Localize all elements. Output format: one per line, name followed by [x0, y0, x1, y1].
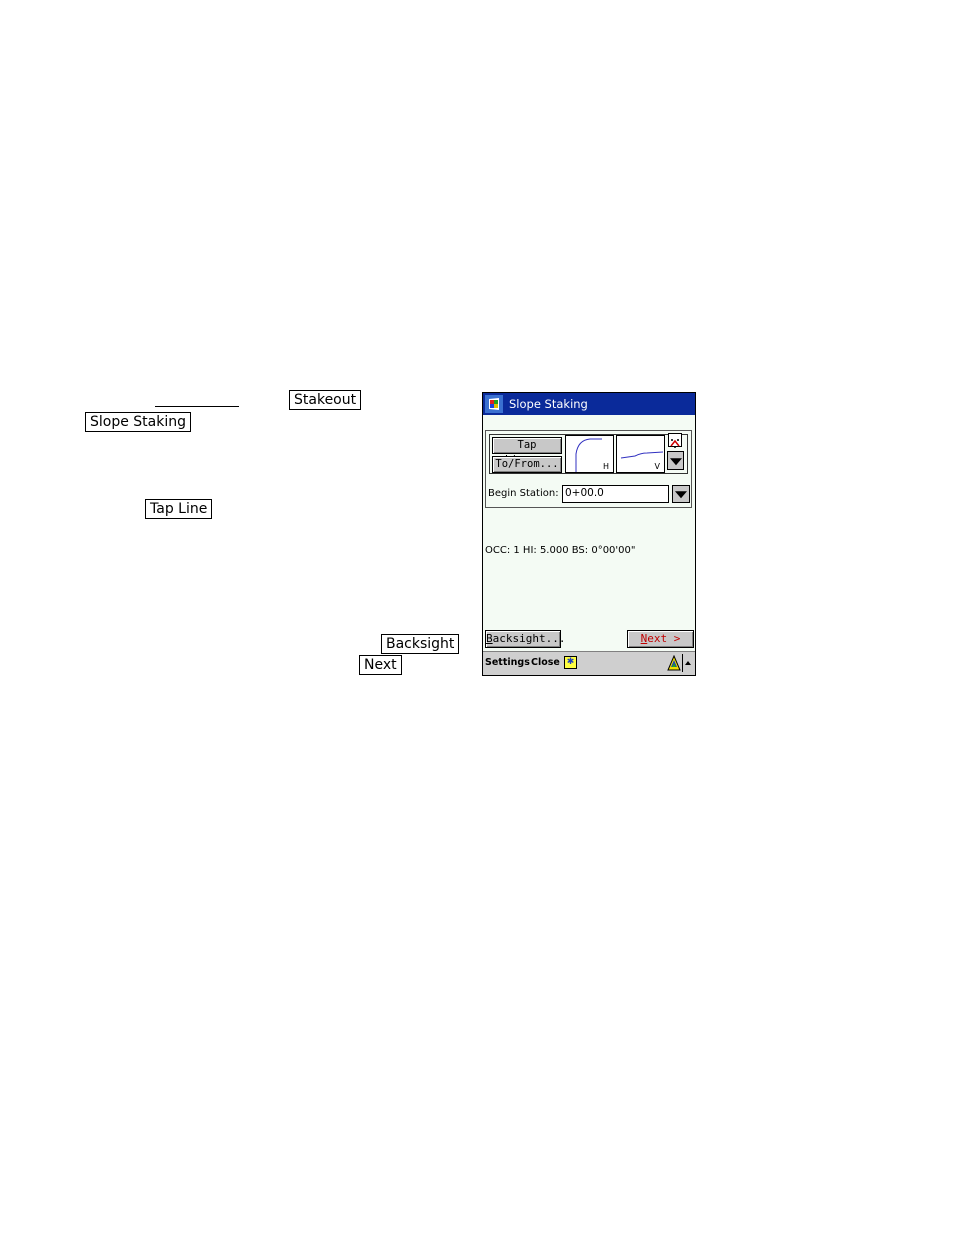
title-bar: Slope Staking — [483, 393, 695, 415]
line-dropdown-button[interactable] — [667, 451, 684, 470]
content-area: Tap Line... To/From... H V — [483, 415, 695, 651]
next-label: ext > — [647, 632, 681, 645]
horizontal-label: H — [602, 462, 609, 471]
input-panel-button[interactable]: ✱ — [564, 656, 577, 669]
backsight-button[interactable]: Backsight... — [485, 630, 565, 648]
to-from-button[interactable]: To/From... — [492, 456, 562, 473]
vertical-profile-preview: V — [616, 435, 665, 473]
backsight-button-ref: Backsight — [381, 634, 460, 654]
begin-station-input[interactable]: 0+00.0 — [562, 485, 669, 503]
begin-station-dropdown-button[interactable] — [672, 485, 690, 503]
slope-staking-button-ref: Slope Staking — [85, 412, 192, 432]
command-bar-separator — [682, 654, 683, 672]
window-title: Slope Staking — [509, 397, 588, 411]
line-preview-group: Tap Line... To/From... H V — [489, 434, 688, 474]
command-bar: Settings Close ✱ — [483, 651, 695, 675]
device-window: Slope Staking Tap Line... To/From... H V — [482, 392, 696, 676]
keyboard-star-icon: ✱ — [566, 657, 575, 667]
backsight-mnemonic: B — [486, 632, 493, 645]
close-menu[interactable]: Close — [531, 657, 560, 668]
occupy-status-line: OCC: 1 HI: 5.000 BS: 0°00'00" — [485, 545, 636, 556]
map-view-button[interactable] — [668, 433, 682, 448]
settings-menu[interactable]: Settings — [485, 657, 530, 668]
next-button-ref: Next — [359, 655, 402, 675]
horizontal-alignment-preview: H — [565, 435, 614, 473]
stakeout-button-ref: Stakeout — [289, 390, 362, 410]
begin-station-label: Begin Station: — [488, 488, 559, 499]
vertical-label: V — [654, 462, 660, 471]
line-selection-group: Tap Line... To/From... H V — [485, 430, 692, 508]
chevron-down-icon — [675, 491, 687, 499]
start-menu-icon[interactable] — [485, 395, 503, 413]
tap-line-button[interactable]: Tap Line... — [492, 437, 562, 466]
chevron-down-icon — [669, 457, 682, 465]
next-button[interactable]: Next > — [627, 630, 694, 648]
underline-rule — [155, 406, 239, 407]
chevron-up-icon[interactable] — [685, 661, 691, 665]
survey-pro-triangle-icon[interactable] — [667, 655, 681, 671]
map-view-icon — [670, 439, 680, 448]
tap-line-button-ref: Tap Line — [145, 499, 213, 519]
backsight-label: acksight... — [492, 632, 566, 645]
